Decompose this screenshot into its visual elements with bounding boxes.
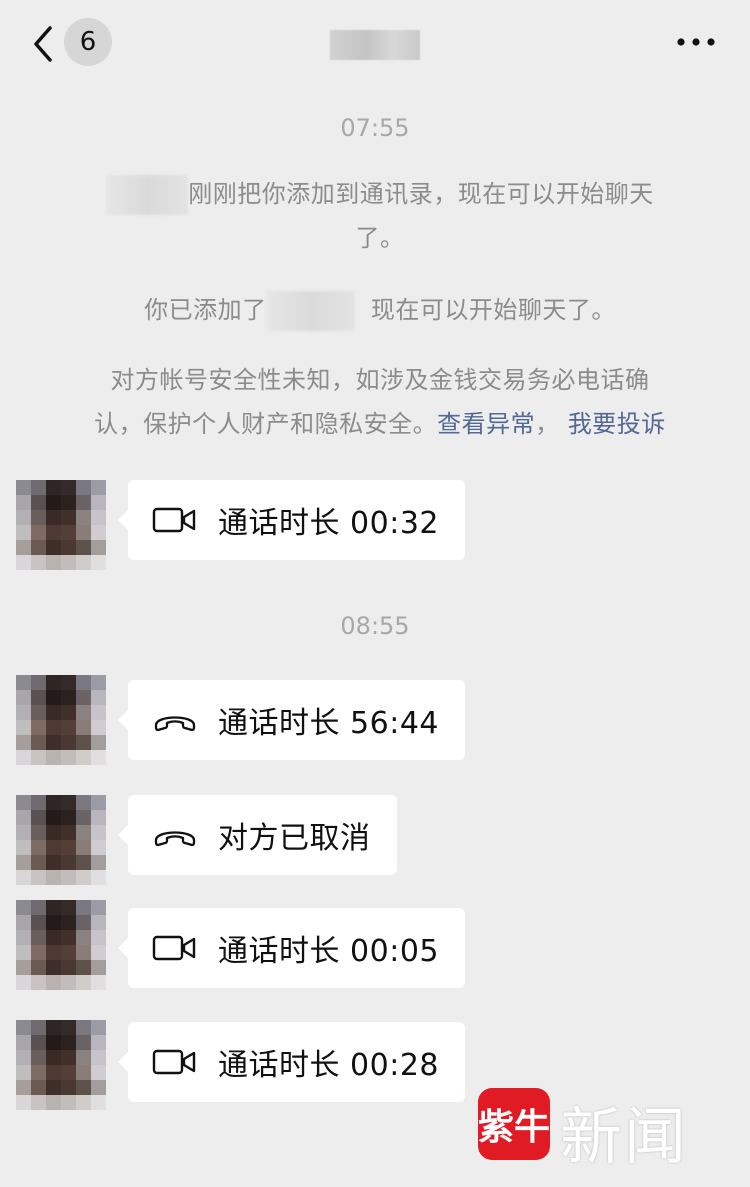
video-call-icon [152,1049,196,1075]
timestamp: 07:55 [340,114,410,142]
avatar[interactable] [16,480,106,570]
call-record-bubble[interactable]: 对方已取消 [118,795,397,875]
phone-hangup-icon [154,831,196,847]
video-call-icon [152,935,196,961]
view-abnormal-link[interactable]: 查看异常 [437,410,535,438]
back-button[interactable] [30,24,58,64]
call-record-bubble[interactable]: 通话时长 56:44 [118,680,465,760]
call-record-bubble[interactable]: 通话时长 00:05 [118,908,465,988]
avatar[interactable] [16,900,106,990]
watermark-text: 新闻 [560,1100,689,1173]
added-to-contacts-notice: 刚刚把你添加到通讯录，现在可以开始聊天 了。 [60,172,700,260]
avatar[interactable] [16,675,106,765]
call-record-bubble[interactable]: 通话时长 00:28 [118,1022,465,1102]
avatar[interactable] [16,795,106,885]
blurred-contact-name [266,291,355,331]
blurred-contact-name [106,175,189,215]
unread-count-badge: 6 [64,18,112,66]
call-duration-text: 通话时长 00:05 [218,934,439,969]
avatar[interactable] [16,1020,106,1110]
phone-hangup-icon [154,716,196,732]
call-record-bubble[interactable]: 通话时长 00:32 [118,480,465,560]
report-link[interactable]: 我要投诉 [568,410,666,438]
security-warning: 对方帐号安全性未知，如涉及金钱交易务必电话确 认，保护个人财产和隐私安全。查看异… [94,366,666,438]
watermark-logo: 紫牛 [478,1088,550,1160]
you-added-notice: 你已添加了 现在可以开始聊天了。 [60,288,700,332]
call-duration-text: 通话时长 00:28 [218,1048,439,1083]
call-duration-text: 通话时长 00:32 [218,506,439,541]
call-duration-text: 通话时长 56:44 [218,706,439,741]
more-options-icon[interactable] [676,32,716,52]
chat-title-blurred [330,30,420,60]
video-call-icon [152,507,196,533]
timestamp: 08:55 [340,612,410,640]
call-cancelled-text: 对方已取消 [218,821,371,856]
